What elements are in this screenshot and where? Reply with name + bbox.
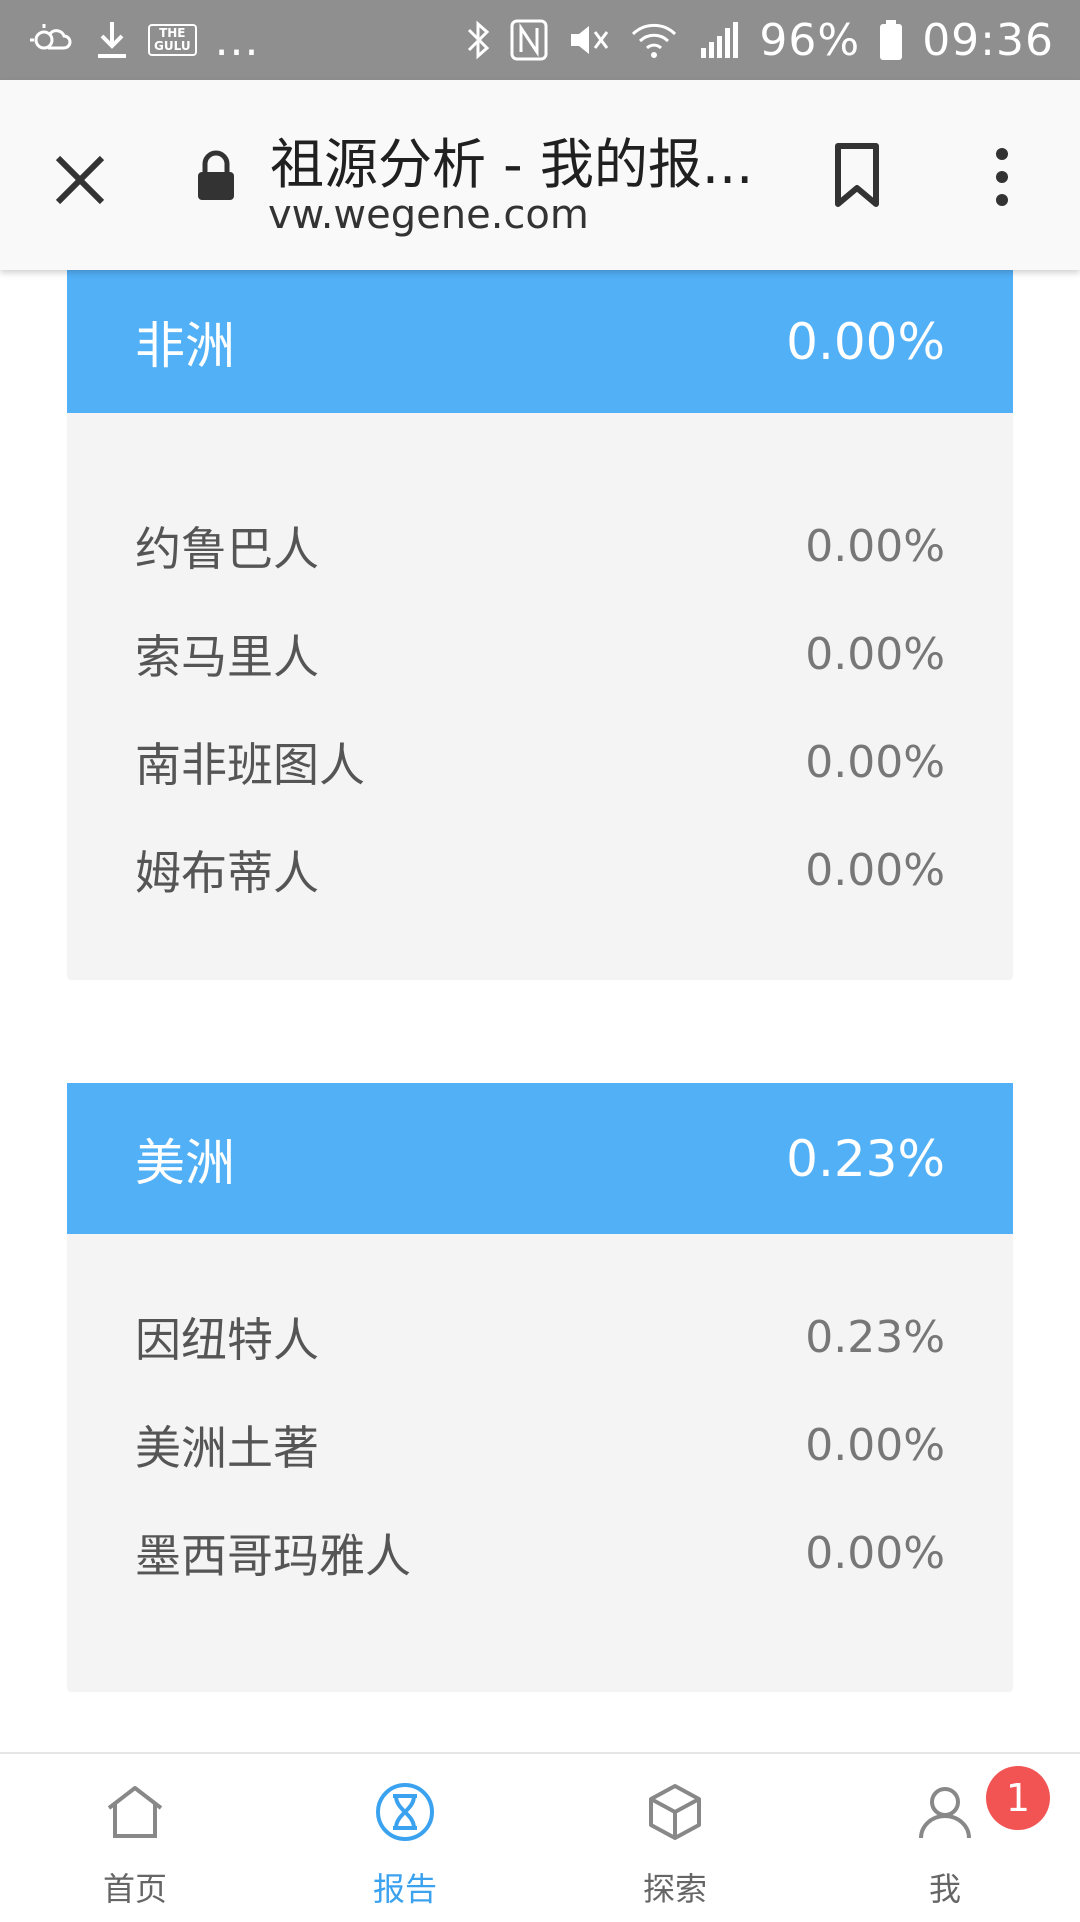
population-percent: 0.00% [805, 1419, 945, 1471]
nav-report[interactable]: 报告 [270, 1754, 540, 1922]
gulu-app-icon: THE GULU [148, 24, 197, 56]
lock-icon[interactable] [196, 148, 236, 204]
battery-icon [880, 20, 903, 60]
weather-icon [30, 24, 72, 50]
nav-label: 报告 [372, 1870, 437, 1908]
population-row: 索马里人 0.00% [67, 600, 1013, 708]
population-row: 南非班图人 0.00% [67, 708, 1013, 816]
page-url[interactable]: vw.wegene.com [268, 192, 589, 238]
population-row: 墨西哥玛雅人 0.00% [67, 1499, 1013, 1607]
nav-me[interactable]: 1 我 [810, 1754, 1080, 1922]
population-percent: 0.00% [805, 736, 945, 788]
population-row: 姆布蒂人 0.00% [67, 816, 1013, 924]
notification-badge: 1 [986, 1766, 1050, 1830]
nav-home[interactable]: 首页 [0, 1754, 270, 1922]
bookmark-icon[interactable] [832, 142, 882, 208]
clock: 09:36 [922, 14, 1054, 66]
home-icon [107, 1786, 163, 1838]
status-left: THE GULU ... [26, 15, 260, 66]
nfc-icon [510, 19, 548, 61]
region-header[interactable]: 美洲 0.23% [67, 1083, 1013, 1234]
wifi-icon [632, 23, 677, 58]
nav-label: 首页 [102, 1870, 167, 1908]
region-card-africa: 非洲 0.00% 约鲁巴人 0.00% 索马里人 0.00% 南非班图人 0.0… [67, 270, 1013, 980]
region-name: 非洲 [135, 316, 235, 375]
status-more-dots: ... [214, 14, 260, 66]
mute-icon [571, 26, 609, 54]
more-options-icon[interactable] [980, 144, 1024, 210]
region-card-americas: 美洲 0.23% 因纽特人 0.23% 美洲土著 0.00% 墨西哥玛雅人 0.… [67, 1083, 1013, 1692]
population-name: 姆布蒂人 [135, 846, 319, 900]
report-content[interactable]: 非洲 0.00% 约鲁巴人 0.00% 索马里人 0.00% 南非班图人 0.0… [0, 270, 1080, 1750]
population-percent: 0.00% [805, 520, 945, 572]
region-percent: 0.23% [786, 1129, 945, 1188]
status-right: 96% 09:36 [465, 15, 1054, 66]
battery-percent: 96% [759, 14, 861, 66]
bluetooth-icon [468, 20, 490, 60]
dna-icon [376, 1783, 434, 1841]
status-bar: THE GULU ... 96% 09:36 [0, 0, 1080, 80]
population-name: 南非班图人 [135, 738, 365, 792]
population-row: 因纽特人 0.23% [67, 1283, 1013, 1391]
population-percent: 0.23% [805, 1311, 945, 1363]
population-name: 索马里人 [135, 630, 319, 684]
browser-toolbar: 祖源分析 - 我的报... vw.wegene.com [0, 80, 1080, 270]
region-name: 美洲 [135, 1133, 235, 1192]
population-percent: 0.00% [805, 1527, 945, 1579]
signal-icon [701, 22, 739, 58]
population-name: 约鲁巴人 [135, 522, 319, 576]
nav-explore[interactable]: 探索 [540, 1754, 810, 1922]
population-name: 因纽特人 [135, 1313, 319, 1367]
nav-label: 我 [928, 1870, 961, 1908]
population-percent: 0.00% [805, 628, 945, 680]
user-icon [919, 1787, 971, 1839]
cube-icon [649, 1784, 701, 1840]
page-title[interactable]: 祖源分析 - 我的报... [270, 120, 753, 199]
bottom-nav: 首页 报告 探索 1 我 [0, 1752, 1080, 1922]
region-percent: 0.00% [786, 312, 945, 371]
population-name: 墨西哥玛雅人 [135, 1529, 411, 1583]
region-header[interactable]: 非洲 0.00% [67, 270, 1013, 413]
close-icon[interactable] [50, 150, 110, 210]
population-percent: 0.00% [805, 844, 945, 896]
population-row: 约鲁巴人 0.00% [67, 492, 1013, 600]
nav-label: 探索 [642, 1870, 707, 1908]
population-name: 美洲土著 [135, 1421, 319, 1475]
download-icon [98, 22, 126, 58]
population-row: 美洲土著 0.00% [67, 1391, 1013, 1499]
